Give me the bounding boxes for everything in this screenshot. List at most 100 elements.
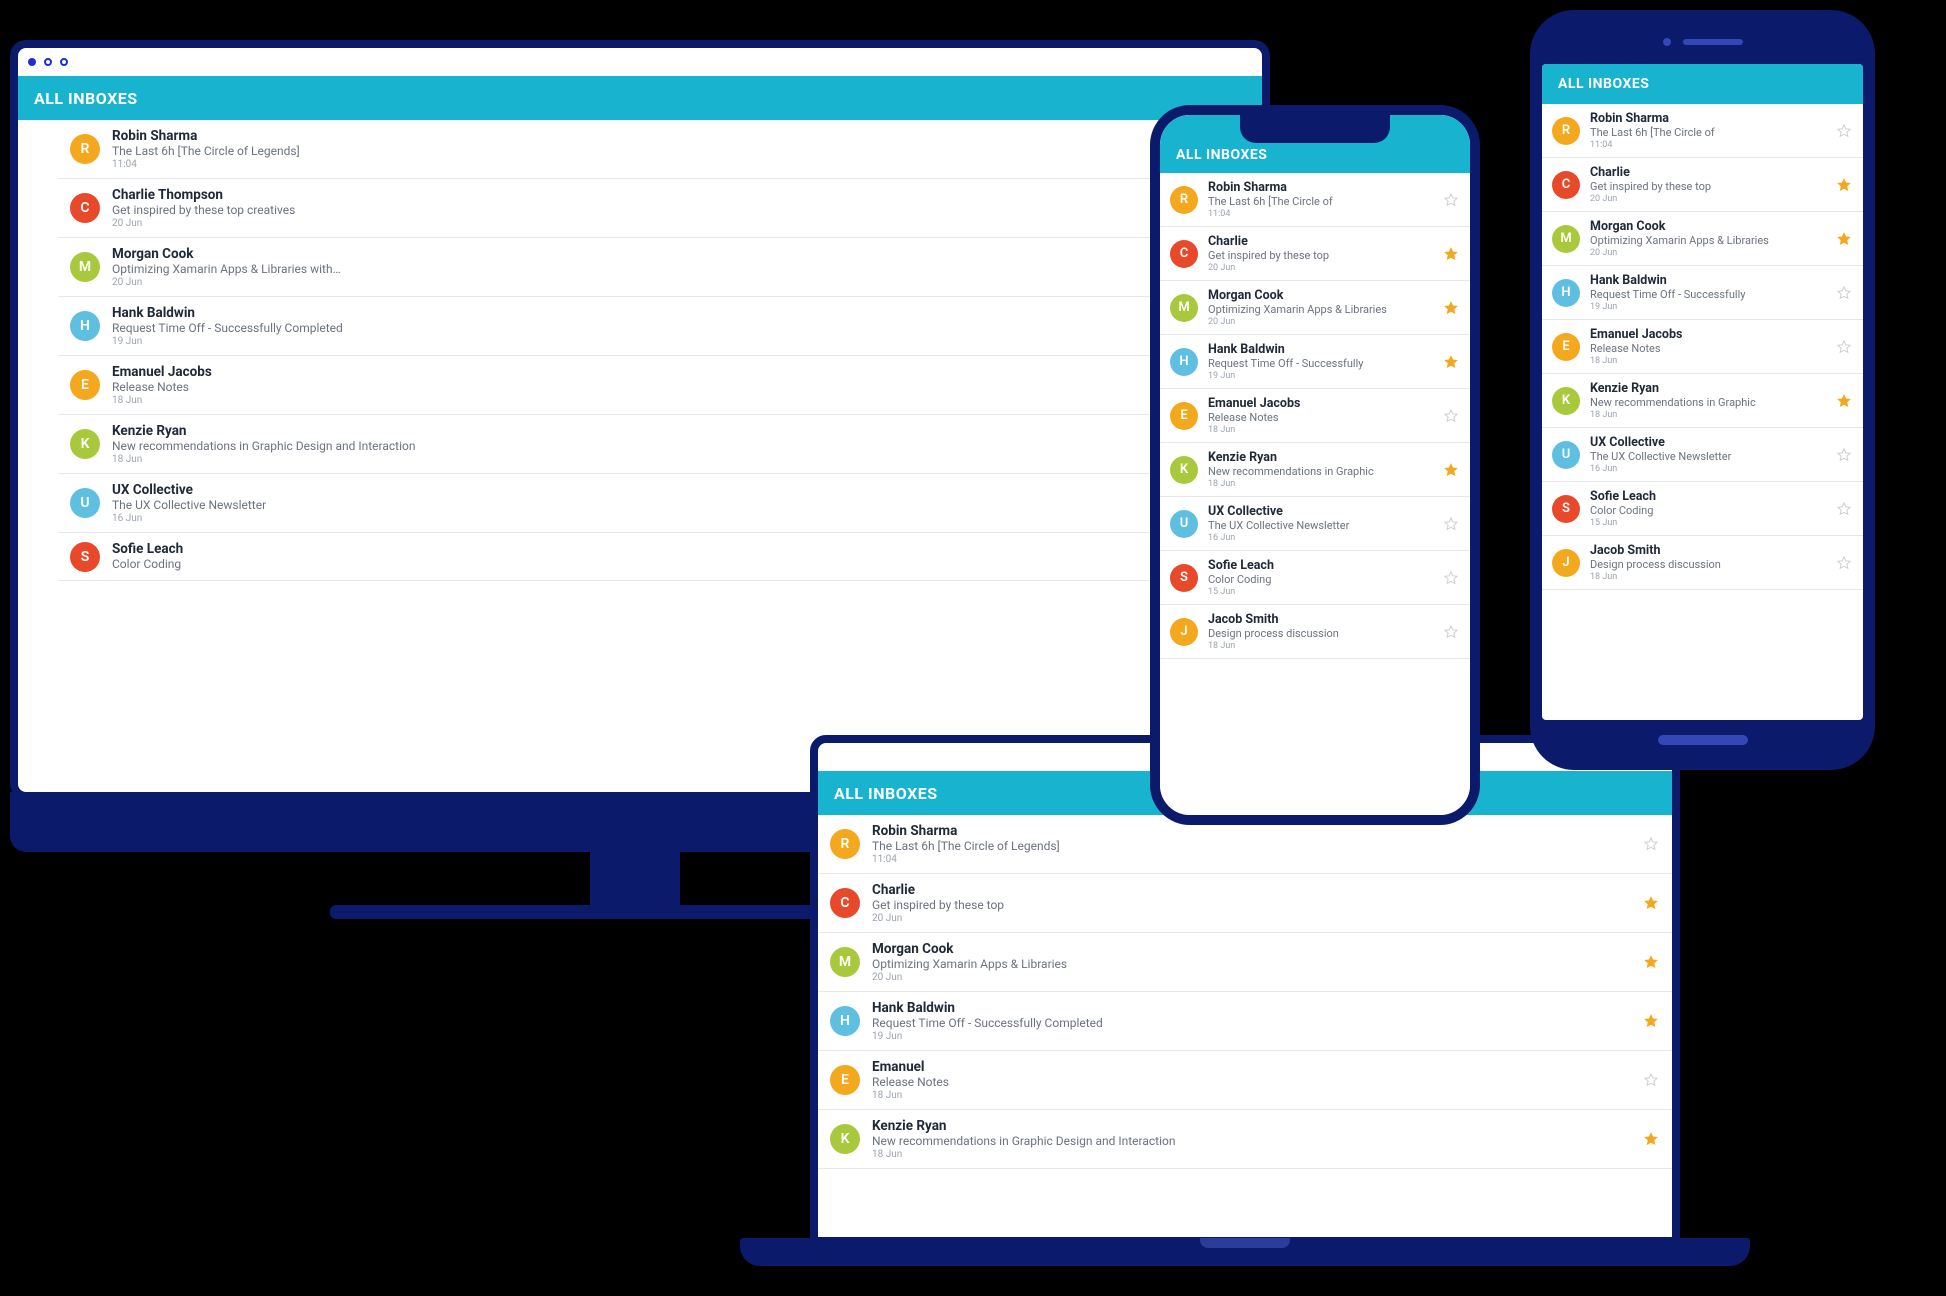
window-dot-icon[interactable]	[28, 58, 36, 66]
email-sender: Hank Baldwin	[1590, 273, 1825, 288]
star-icon[interactable]	[1642, 835, 1660, 853]
star-icon[interactable]	[1442, 569, 1460, 587]
email-row[interactable]: RRobin SharmaThe Last 6h [The Circle of1…	[1160, 173, 1470, 227]
window-dot-icon[interactable]	[60, 58, 68, 66]
email-row[interactable]: RRobin SharmaThe Last 6h [The Circle of1…	[1542, 104, 1863, 158]
star-icon[interactable]	[1442, 461, 1460, 479]
email-sender: Robin Sharma	[872, 823, 1630, 839]
star-icon[interactable]	[1442, 299, 1460, 317]
avatar: R	[70, 134, 100, 164]
email-row[interactable]: KKenzie RyanNew recommendations in Graph…	[1542, 374, 1863, 428]
email-row[interactable]: SSofie LeachColor Coding15 Jun	[1160, 551, 1470, 605]
star-icon[interactable]	[1642, 1130, 1660, 1148]
email-sender: Morgan Cook	[1590, 219, 1825, 234]
star-icon[interactable]	[1835, 392, 1853, 410]
email-sender: Kenzie Ryan	[1590, 381, 1825, 396]
inbox-header-label: ALL INBOXES	[34, 89, 138, 108]
email-row[interactable]: CCharlieGet inspired by these top20 Jun	[1542, 158, 1863, 212]
inbox-header: ALL INBOXES	[1542, 64, 1863, 104]
email-row[interactable]: EEmanuelRelease Notes18 Jun	[818, 1051, 1672, 1110]
email-row[interactable]: JJacob SmithDesign process discussion18 …	[1542, 536, 1863, 590]
email-sender: Kenzie Ryan	[112, 423, 1250, 439]
email-body: Robin SharmaThe Last 6h [The Circle of L…	[112, 128, 1250, 170]
email-sender: Emanuel Jacobs	[112, 364, 1250, 380]
email-row[interactable]: UUX CollectiveThe UX Collective Newslett…	[1542, 428, 1863, 482]
email-sender: Hank Baldwin	[112, 305, 1250, 321]
email-row[interactable]: SSofie LeachColor Coding	[58, 533, 1262, 581]
email-sender: UX Collective	[1208, 504, 1432, 519]
star-icon[interactable]	[1442, 191, 1460, 209]
email-time: 19 Jun	[112, 336, 1250, 347]
star-icon[interactable]	[1642, 1012, 1660, 1030]
star-icon[interactable]	[1442, 515, 1460, 533]
avatar: M	[830, 947, 860, 977]
star-icon[interactable]	[1835, 554, 1853, 572]
email-subject: Release Notes	[1208, 411, 1432, 424]
star-icon[interactable]	[1642, 1071, 1660, 1089]
star-icon[interactable]	[1835, 446, 1853, 464]
email-row[interactable]: CCharlieGet inspired by these top20 Jun	[1160, 227, 1470, 281]
star-icon[interactable]	[1442, 353, 1460, 371]
star-icon[interactable]	[1642, 953, 1660, 971]
email-row[interactable]: KKenzie RyanNew recommendations in Graph…	[58, 415, 1262, 474]
email-list[interactable]: RRobin SharmaThe Last 6h [The Circle of …	[818, 815, 1672, 1169]
avatar: H	[70, 311, 100, 341]
email-sender: Emanuel Jacobs	[1208, 396, 1432, 411]
laptop-screen: ALL INBOXES RRobin SharmaThe Last 6h [Th…	[818, 771, 1672, 1237]
star-icon[interactable]	[1442, 623, 1460, 641]
email-row[interactable]: EEmanuel JacobsRelease Notes18 Jun	[1160, 389, 1470, 443]
email-row[interactable]: R Robin SharmaThe Last 6h [The Circle of …	[58, 120, 1262, 179]
star-icon[interactable]	[1442, 245, 1460, 263]
email-subject: The Last 6h [The Circle of	[1590, 126, 1825, 139]
email-row[interactable]: HHank BaldwinRequest Time Off - Successf…	[1542, 266, 1863, 320]
email-row[interactable]: EEmanuel JacobsRelease Notes18 Jun	[58, 356, 1262, 415]
star-icon[interactable]	[1835, 500, 1853, 518]
email-row[interactable]: MMorgan CookOptimizing Xamarin Apps & Li…	[58, 238, 1262, 297]
email-list[interactable]: R Robin SharmaThe Last 6h [The Circle of …	[18, 120, 1262, 581]
email-row[interactable]: UUX CollectiveThe UX Collective Newslett…	[58, 474, 1262, 533]
star-icon[interactable]	[1442, 407, 1460, 425]
window-dot-icon[interactable]	[44, 58, 52, 66]
email-body: Robin SharmaThe Last 6h [The Circle of11…	[1208, 180, 1432, 219]
avatar: U	[1552, 441, 1580, 469]
email-sender: Emanuel	[872, 1059, 1630, 1075]
email-body: Jacob SmithDesign process discussion18 J…	[1590, 543, 1825, 582]
email-body: Morgan CookOptimizing Xamarin Apps & Lib…	[1208, 288, 1432, 327]
email-body: CharlieGet inspired by these top20 Jun	[1208, 234, 1432, 273]
star-icon[interactable]	[1642, 894, 1660, 912]
email-row[interactable]: MMorgan CookOptimizing Xamarin Apps & Li…	[1542, 212, 1863, 266]
email-row[interactable]: KKenzie RyanNew recommendations in Graph…	[818, 1110, 1672, 1169]
email-time: 18 Jun	[872, 1090, 1630, 1101]
email-body: UX CollectiveThe UX Collective Newslette…	[1208, 504, 1432, 543]
email-subject: Optimizing Xamarin Apps & Libraries with…	[112, 262, 1250, 276]
email-time: 20 Jun	[112, 277, 1250, 288]
email-sender: Morgan Cook	[872, 941, 1630, 957]
email-row[interactable]: SSofie LeachColor Coding15 Jun	[1542, 482, 1863, 536]
email-row[interactable]: EEmanuel JacobsRelease Notes18 Jun	[1542, 320, 1863, 374]
email-sender: Morgan Cook	[1208, 288, 1432, 303]
email-row[interactable]: HHank BaldwinRequest Time Off - Successf…	[1160, 335, 1470, 389]
phone-bottom-bezel	[1540, 720, 1865, 760]
star-icon[interactable]	[1835, 338, 1853, 356]
email-row[interactable]: CCharlieGet inspired by these top20 Jun	[818, 874, 1672, 933]
avatar: E	[1170, 402, 1198, 430]
laptop-trackpad-notch	[1200, 1238, 1290, 1248]
email-row[interactable]: CCharlie ThompsonGet inspired by these t…	[58, 179, 1262, 238]
star-icon[interactable]	[1835, 176, 1853, 194]
email-sender: Robin Sharma	[112, 128, 1250, 144]
email-row[interactable]: MMorgan CookOptimizing Xamarin Apps & Li…	[1160, 281, 1470, 335]
email-row[interactable]: HHank BaldwinRequest Time Off - Successf…	[58, 297, 1262, 356]
desktop-stand	[590, 850, 680, 910]
email-list[interactable]: RRobin SharmaThe Last 6h [The Circle of1…	[1542, 104, 1863, 590]
star-icon[interactable]	[1835, 284, 1853, 302]
email-row[interactable]: HHank BaldwinRequest Time Off - Successf…	[818, 992, 1672, 1051]
star-icon[interactable]	[1835, 230, 1853, 248]
home-indicator-icon[interactable]	[1658, 735, 1748, 745]
email-row[interactable]: MMorgan CookOptimizing Xamarin Apps & Li…	[818, 933, 1672, 992]
star-icon[interactable]	[1835, 122, 1853, 140]
email-row[interactable]: JJacob SmithDesign process discussion18 …	[1160, 605, 1470, 659]
email-list[interactable]: RRobin SharmaThe Last 6h [The Circle of1…	[1160, 173, 1470, 659]
email-subject: Request Time Off - Successfully	[1208, 357, 1432, 370]
email-row[interactable]: KKenzie RyanNew recommendations in Graph…	[1160, 443, 1470, 497]
email-row[interactable]: UUX CollectiveThe UX Collective Newslett…	[1160, 497, 1470, 551]
